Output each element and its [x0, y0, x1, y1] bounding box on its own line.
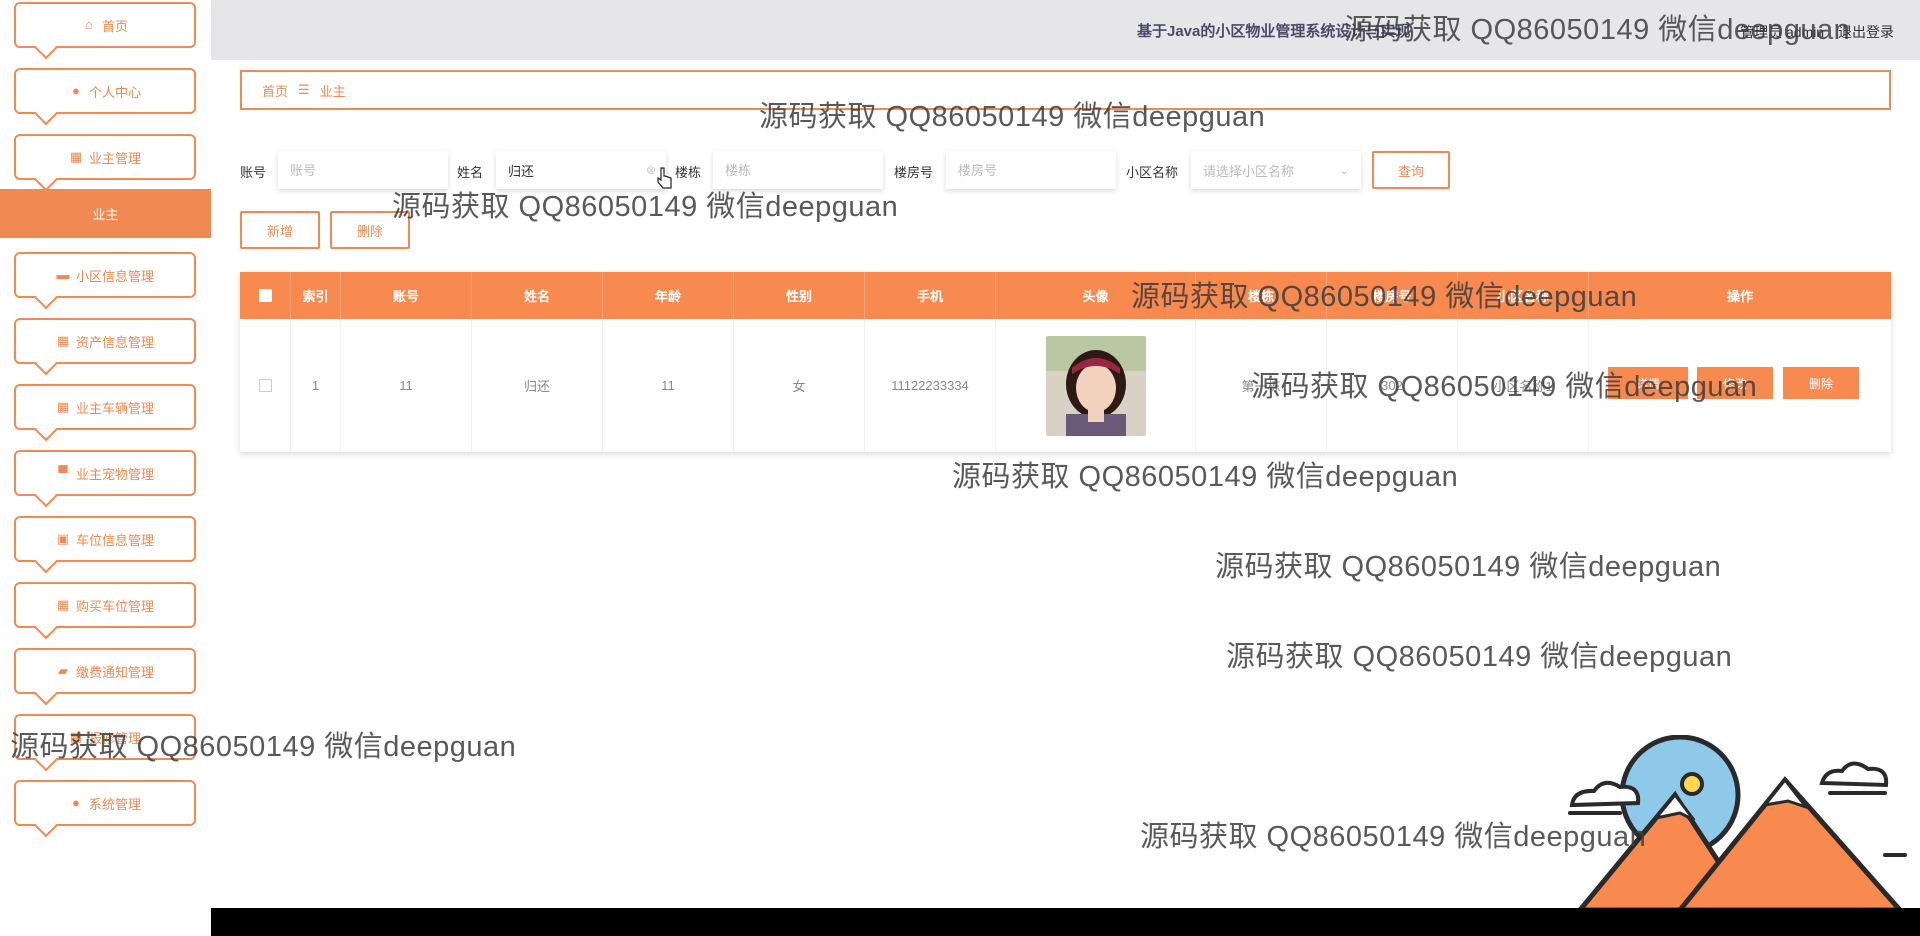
community-label: 小区名称: [1126, 165, 1179, 180]
sidebar-item-label: 购买车位管理: [75, 598, 154, 614]
sidebar-item-label: 小区信息管理: [75, 268, 154, 284]
grid-icon: ▦: [56, 597, 70, 612]
row-select-cell[interactable]: [240, 319, 291, 452]
sidebar-item-profile[interactable]: ● 个人中心: [14, 68, 196, 114]
watermark: 源码获取 QQ86050149 微信deepguan: [952, 461, 1459, 493]
name-input-value: 归还: [508, 163, 535, 179]
briefcase-icon: ▬: [56, 267, 70, 282]
sidebar-item-label: 个人中心: [88, 84, 141, 100]
row-delete-button[interactable]: 删除: [1783, 367, 1859, 399]
select-all-checkbox[interactable]: [258, 289, 272, 302]
clear-icon[interactable]: ⊗: [646, 163, 656, 177]
cell-index: 1: [291, 319, 341, 452]
grid-icon: ▦: [56, 333, 70, 348]
cell-phone: 11122233334: [865, 319, 996, 452]
user-icon: ●: [72, 83, 80, 98]
add-button[interactable]: 新增: [240, 211, 320, 249]
sidebar-item-label: 车位信息管理: [75, 532, 154, 548]
watermark: 源码获取 QQ86050149 微信deepguan: [1226, 641, 1733, 673]
watermark: 源码获取 QQ86050149 微信deepguan: [1251, 371, 1758, 403]
breadcrumb-current: 业主: [319, 83, 346, 99]
column-header: 索引: [291, 272, 341, 319]
breadcrumb-home[interactable]: 首页: [262, 81, 288, 100]
sidebar-item-label: 系统管理: [88, 796, 141, 812]
cell-gender: 女: [734, 319, 865, 452]
clipboard-icon: ▣: [56, 531, 70, 546]
column-header: 年龄: [603, 272, 734, 319]
column-header: 姓名: [472, 272, 603, 319]
watermark: 源码获取 QQ86050149 微信deepguan: [392, 191, 899, 223]
sidebar-item-label: 业主管理: [88, 150, 141, 166]
cell-age: 11: [603, 319, 734, 452]
home-icon: ⌂: [85, 17, 93, 32]
grid-icon: ▦: [56, 399, 70, 414]
data-table: 索引 账号 姓名 年龄 性别 手机 头像 楼栋 楼房号 小区名称 操作 1 11…: [240, 272, 1891, 452]
breadcrumb-separator-icon: ☰: [298, 82, 310, 97]
sidebar-item-owner-management[interactable]: ▦ 业主管理: [14, 134, 196, 180]
column-header: 手机: [865, 272, 996, 319]
watermark: 源码获取 QQ86050149 微信deepguan: [10, 731, 517, 763]
sidebar-item-home[interactable]: ⌂ 首页: [14, 2, 196, 48]
sidebar-item-system[interactable]: ● 系统管理: [14, 780, 196, 826]
cell-name: 归还: [472, 319, 603, 452]
sidebar-item-parking-info[interactable]: ▣ 车位信息管理: [14, 516, 196, 562]
account-label: 账号: [240, 165, 267, 180]
room-label: 楼房号: [894, 165, 934, 180]
sidebar-item-label: 资产信息管理: [75, 334, 154, 350]
column-header: 性别: [734, 272, 865, 319]
search-button[interactable]: 查询: [1372, 151, 1450, 189]
sidebar-item-community-info[interactable]: ▬ 小区信息管理: [14, 252, 196, 298]
sidebar-subitem-owner[interactable]: 业主: [0, 189, 211, 238]
hand-cursor-icon: [657, 167, 672, 189]
row-checkbox[interactable]: [258, 379, 272, 392]
sidebar-item-label: 业主车辆管理: [75, 400, 154, 416]
column-header: 账号: [341, 272, 472, 319]
sidebar-item-label: 首页: [101, 18, 128, 34]
grid-icon: ▦: [69, 149, 83, 164]
avatar: [1045, 335, 1146, 436]
watermark: 源码获取 QQ86050149 微信deepguan: [759, 101, 1266, 133]
select-all-cell[interactable]: [240, 272, 291, 319]
sidebar-item-buy-parking[interactable]: ▦ 购买车位管理: [14, 582, 196, 628]
cell-avatar: [996, 319, 1196, 452]
watermark: 源码获取 QQ86050149 微信deepguan: [1140, 821, 1647, 853]
community-select-placeholder: 请选择小区名称: [1203, 163, 1295, 179]
community-select[interactable]: 请选择小区名称 ⌄: [1191, 151, 1361, 189]
sidebar-item-owner-vehicle[interactable]: ▦ 业主车辆管理: [14, 384, 196, 430]
sidebar: ⌂ 首页 ● 个人中心 ▦ 业主管理 业主 ▬ 小区信息管理 ▦ 资产信息管理 …: [0, 0, 211, 936]
monitor-icon: ▀: [58, 465, 68, 480]
watermark: 源码获取 QQ86050149 微信deepguan: [1131, 281, 1638, 313]
cell-account: 11: [341, 319, 472, 452]
watermark: 源码获取 QQ86050149 微信deepguan: [1344, 14, 1851, 46]
room-input[interactable]: [946, 151, 1116, 189]
sidebar-item-owner-pet[interactable]: ▀ 业主宠物管理: [14, 450, 196, 496]
chevron-down-icon: ⌄: [1339, 164, 1349, 177]
table-header: 索引 账号 姓名 年龄 性别 手机 头像 楼栋 楼房号 小区名称 操作: [240, 272, 1891, 319]
sidebar-item-label: 缴费通知管理: [75, 664, 154, 680]
user-icon: ●: [72, 795, 80, 810]
wallet-icon: ▰: [57, 663, 68, 678]
bottom-bar: [211, 908, 1920, 936]
sidebar-subitem-label: 业主: [92, 207, 119, 222]
watermark: 源码获取 QQ86050149 微信deepguan: [1215, 551, 1722, 583]
sidebar-item-payment-notice[interactable]: ▰ 缴费通知管理: [14, 648, 196, 694]
sidebar-item-label: 业主宠物管理: [75, 466, 154, 482]
sidebar-item-asset-info[interactable]: ▦ 资产信息管理: [14, 318, 196, 364]
building-label: 楼栋: [675, 165, 702, 180]
name-label: 姓名: [457, 165, 484, 180]
